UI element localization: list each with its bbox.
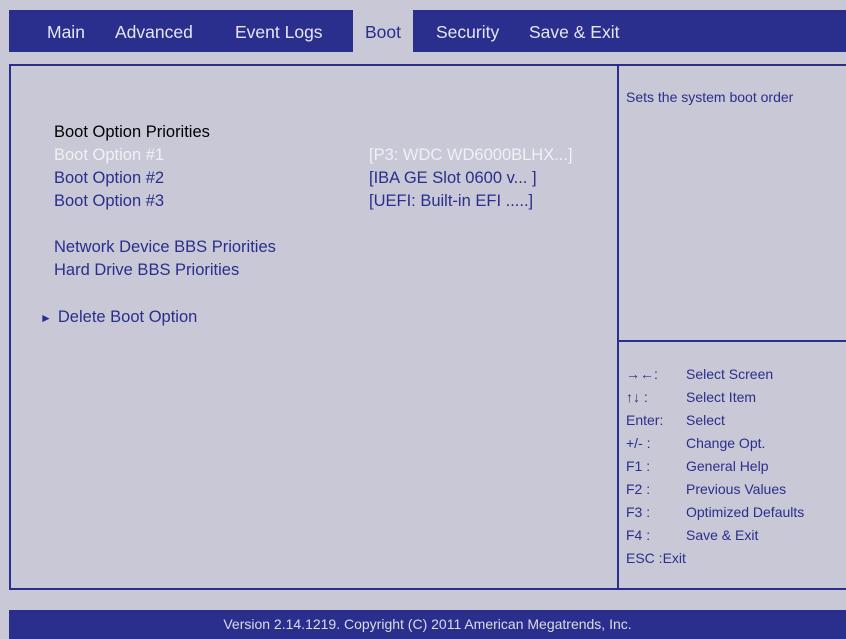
tab-boot[interactable]: Boot [353,10,413,54]
tab-bar: Main Advanced Event Logs Boot Security S… [9,10,846,54]
tab-save-exit[interactable]: Save & Exit [529,22,619,43]
help-text: Sets the system boot order [626,89,794,105]
tab-event-logs[interactable]: Event Logs [235,22,323,43]
tab-security[interactable]: Security [436,22,499,43]
key-f2: F2 : [626,481,651,497]
tab-advanced[interactable]: Advanced [115,22,193,43]
key-f1: F1 : [626,458,651,474]
key-select-screen: →←: [626,366,658,382]
key-f3-desc: Optimized Defaults [686,504,805,520]
delete-boot-option-label: Delete Boot Option [57,308,198,326]
delete-boot-option[interactable]: ► Delete Boot Option [40,308,197,327]
submenu-arrow-icon: ► [40,311,52,325]
key-change-opt-desc: Change Opt. [686,435,766,451]
key-f4-desc: Save & Exit [686,527,759,543]
vertical-divider [617,64,619,590]
key-select-item: ↑↓ : [626,389,648,405]
key-enter: Enter: [626,412,664,428]
key-f3: F3 : [626,504,651,520]
hard-drive-bbs-priorities[interactable]: Hard Drive BBS Priorities [54,261,239,280]
boot-option-3-value[interactable]: [UEFI: Built-in EFI .....] [369,192,533,211]
key-enter-desc: Select [686,412,725,428]
boot-priorities-heading: Boot Option Priorities [54,123,210,141]
boot-option-1-value[interactable]: [P3: WDC WD6000BLHX...] [369,146,573,165]
key-esc: ESC :Exit [626,550,686,566]
footer-version: Version 2.14.1219. Copyright (C) 2011 Am… [9,610,846,639]
boot-option-1-label[interactable]: Boot Option #1 [54,146,164,165]
boot-option-2-value[interactable]: [IBA GE Slot 0600 v... ] [369,169,537,188]
boot-option-3-label[interactable]: Boot Option #3 [54,192,164,211]
key-f1-desc: General Help [686,458,769,474]
key-change-opt: +/- : [626,435,651,451]
key-f4: F4 : [626,527,651,543]
network-bbs-priorities[interactable]: Network Device BBS Priorities [54,238,276,257]
key-select-screen-desc: Select Screen [686,366,774,382]
key-select-item-desc: Select Item [686,389,757,405]
key-f2-desc: Previous Values [686,481,787,497]
help-divider [619,340,846,342]
boot-option-2-label[interactable]: Boot Option #2 [54,169,164,188]
tab-main[interactable]: Main [47,22,85,43]
